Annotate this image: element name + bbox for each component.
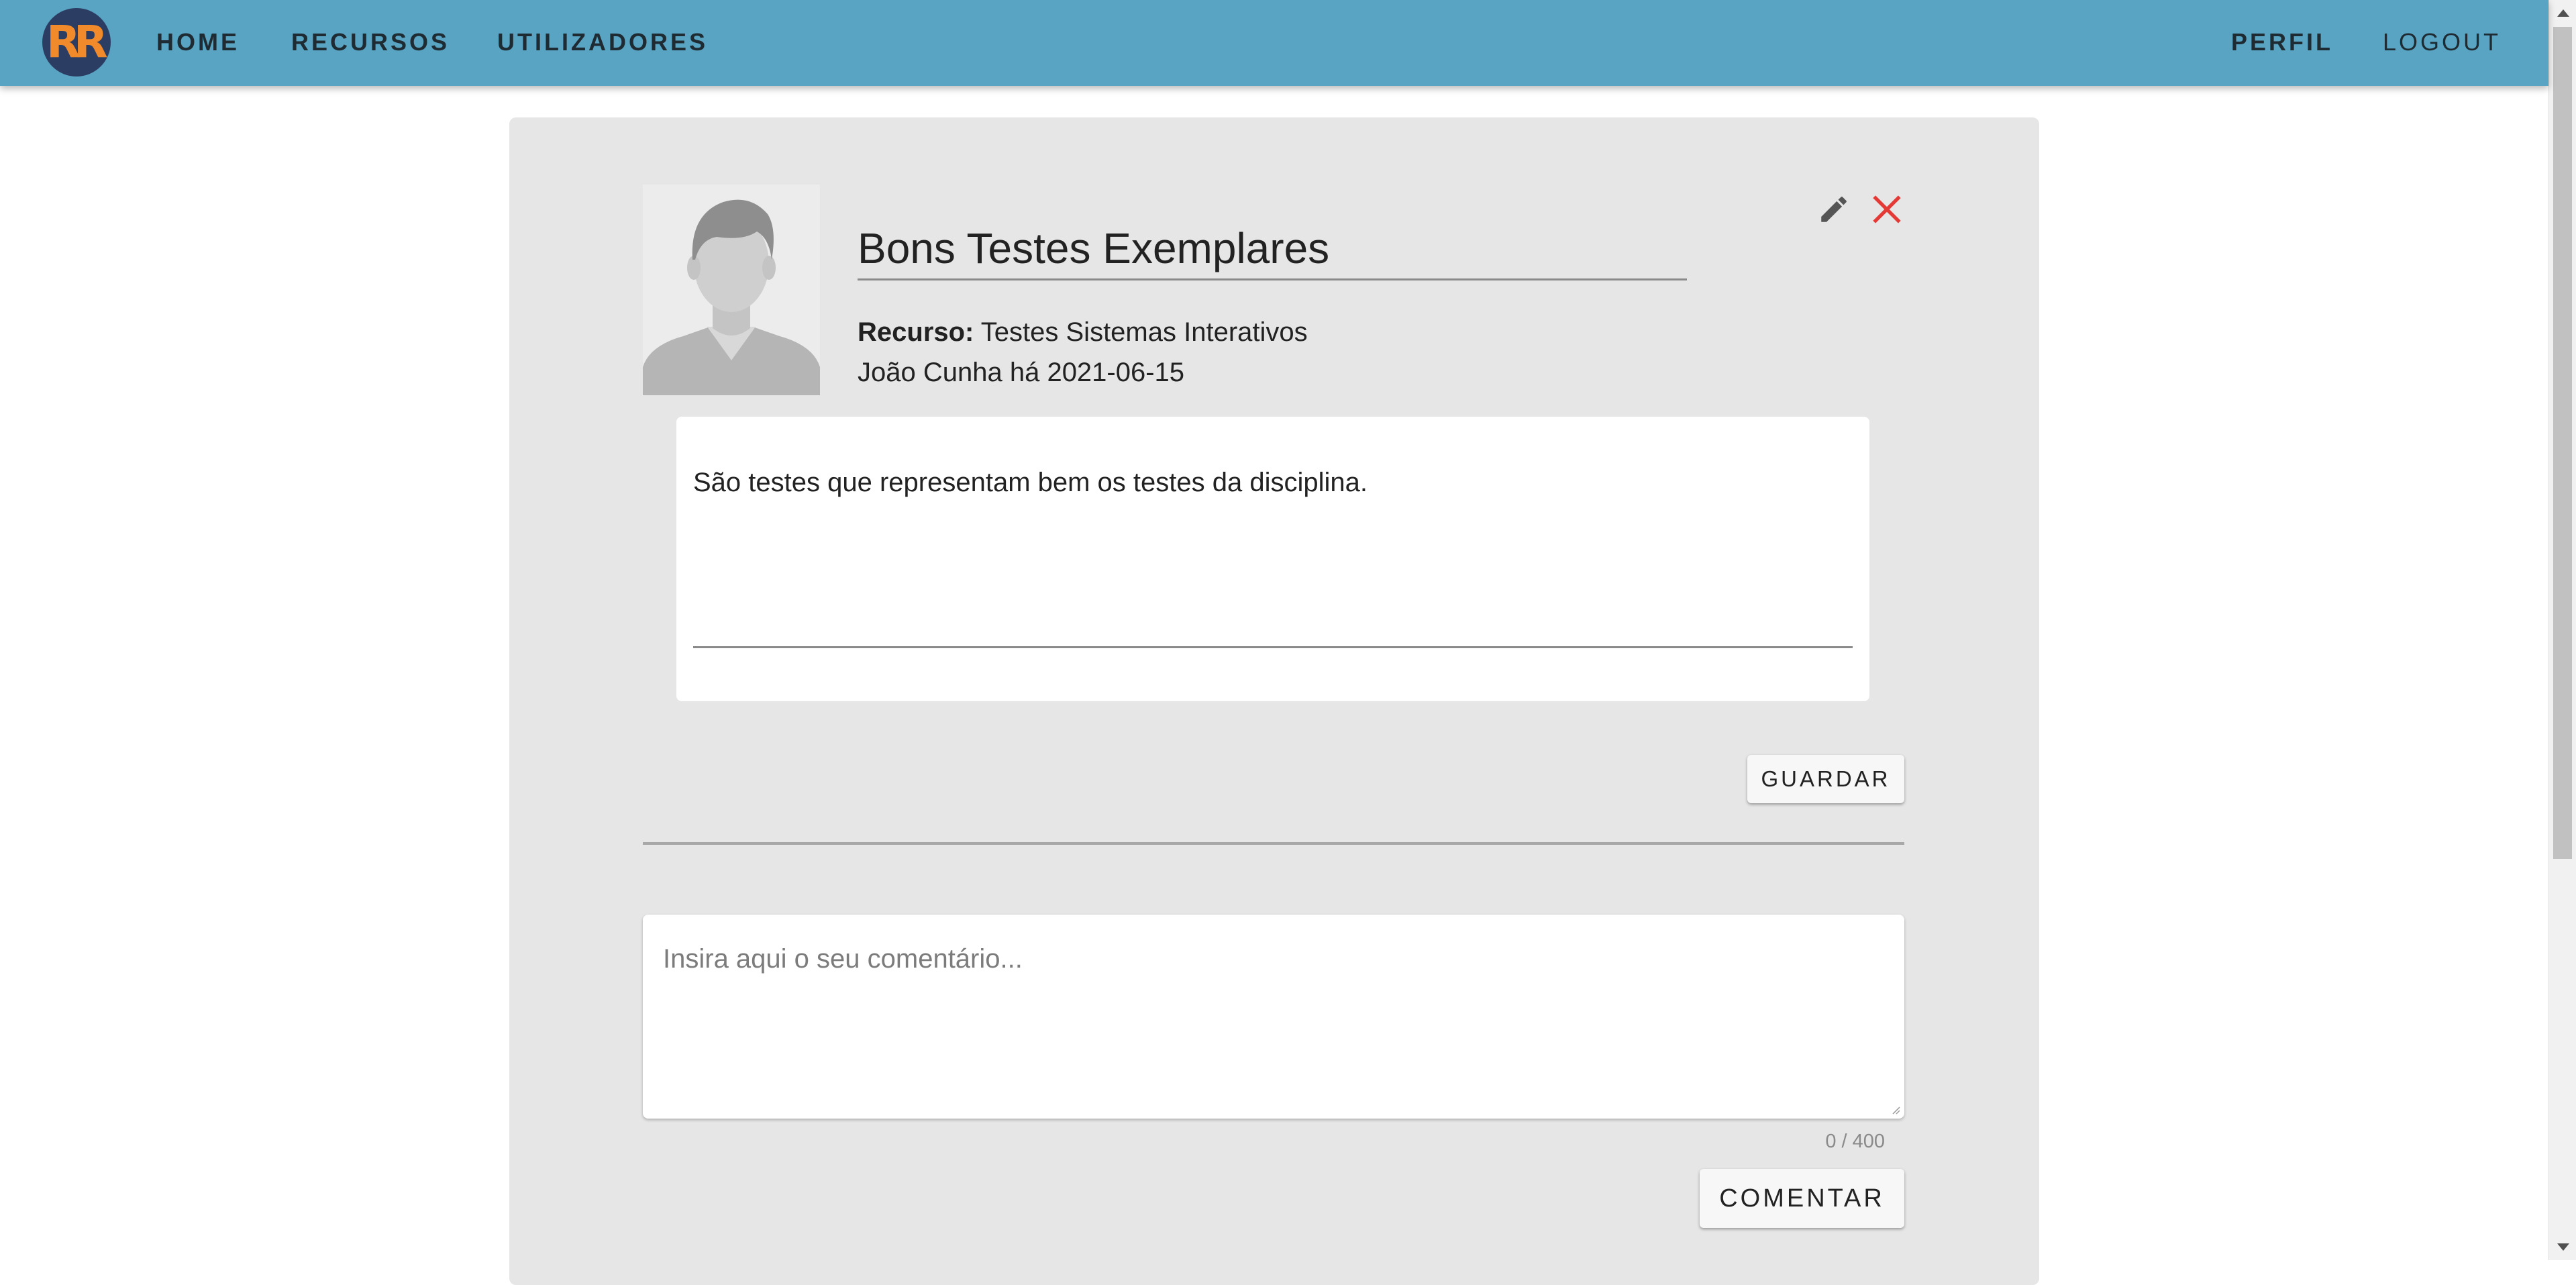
nav-logout[interactable]: LOGOUT: [2383, 25, 2501, 59]
resource-name[interactable]: Testes Sistemas Interativos: [981, 317, 1308, 347]
resource-label: Recurso:: [858, 317, 974, 347]
resource-line: Recurso: Testes Sistemas Interativos: [858, 317, 1308, 348]
scroll-thumb[interactable]: [2553, 27, 2572, 859]
section-divider: [643, 842, 1904, 845]
top-navbar: RR HOME RECURSOS UTILIZADORES PERFIL LOG…: [0, 0, 2548, 86]
save-button[interactable]: GUARDAR: [1747, 755, 1904, 803]
close-icon[interactable]: [1867, 190, 1906, 229]
review-body-text[interactable]: São testes que representam bem os testes…: [693, 468, 1368, 498]
review-title-field[interactable]: Bons Testes Exemplares: [858, 218, 1687, 280]
app-logo[interactable]: RR: [42, 8, 111, 76]
comment-placeholder: Insira aqui o seu comentário...: [663, 944, 1023, 974]
author-avatar: [643, 185, 820, 395]
nav-home[interactable]: HOME: [156, 25, 240, 59]
character-counter: 0 / 400: [1825, 1131, 1885, 1152]
resize-handle-icon[interactable]: [1890, 1104, 1900, 1115]
author-date-line: João Cunha há 2021-06-15: [858, 358, 1185, 387]
review-title[interactable]: Bons Testes Exemplares: [858, 223, 1329, 273]
logo-text: RR: [46, 16, 108, 68]
page-scrollbar[interactable]: [2548, 0, 2576, 1260]
pencil-icon[interactable]: [1817, 193, 1851, 226]
comment-submit-button[interactable]: COMENTAR: [1700, 1169, 1904, 1228]
review-body-field[interactable]: São testes que representam bem os testes…: [676, 417, 1869, 701]
person-silhouette-icon: [643, 185, 820, 395]
scroll-up-arrow-icon[interactable]: [2557, 9, 2569, 17]
review-card: Bons Testes Exemplares Recurso: Testes S…: [509, 117, 2039, 1285]
nav-utilizadores[interactable]: UTILIZADORES: [497, 25, 708, 59]
comment-input[interactable]: Insira aqui o seu comentário...: [643, 915, 1904, 1119]
nav-perfil[interactable]: PERFIL: [2231, 25, 2333, 59]
scroll-down-arrow-icon[interactable]: [2557, 1243, 2569, 1251]
review-body-underline: [693, 646, 1853, 648]
nav-recursos[interactable]: RECURSOS: [291, 25, 450, 59]
